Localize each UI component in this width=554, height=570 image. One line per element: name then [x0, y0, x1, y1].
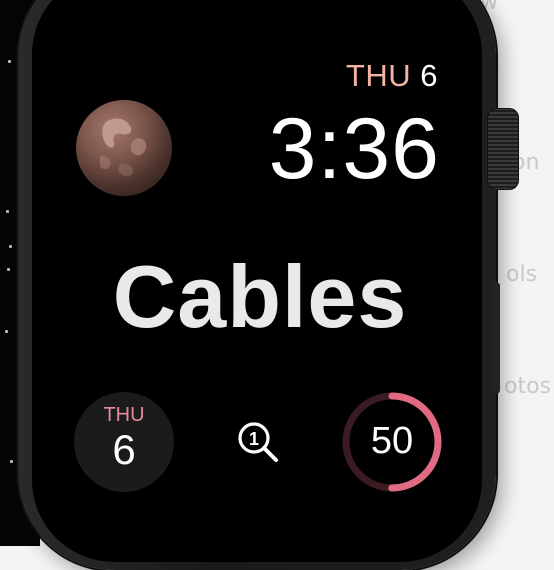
complication-weekday: THU: [103, 404, 145, 426]
date-complication[interactable]: THU 6: [74, 392, 174, 492]
app-title[interactable]: Cables: [0, 246, 520, 348]
background-list-item: otos: [504, 374, 552, 399]
ring-complication[interactable]: 50: [340, 390, 444, 494]
complication-day: 6: [112, 426, 136, 473]
date-day: 6: [420, 58, 438, 93]
search-icon[interactable]: 1: [232, 416, 284, 468]
date-weekday: THU: [345, 58, 412, 93]
ring-value: 50: [370, 420, 414, 462]
planet-icon[interactable]: [76, 100, 172, 196]
search-badge-number: 1: [249, 429, 259, 449]
digital-crown[interactable]: [487, 108, 519, 190]
date-display: THU 6: [346, 58, 438, 94]
time-display: 3:36: [268, 101, 440, 197]
